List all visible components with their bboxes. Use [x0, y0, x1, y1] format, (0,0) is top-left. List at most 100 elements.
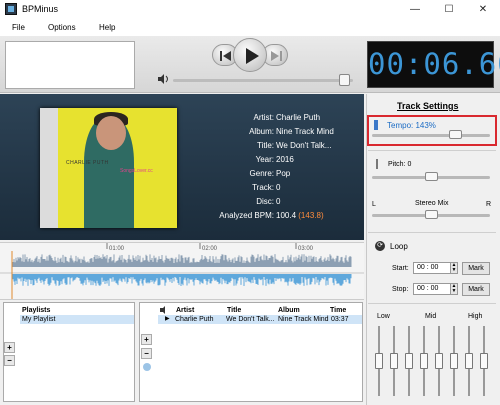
title-value: We Don't Talk... [276, 141, 332, 150]
menu-help[interactable]: Help [99, 23, 115, 32]
loop-stop-field[interactable]: 00 : 00 [413, 283, 455, 295]
playlist-item-label: My Playlist [22, 316, 56, 323]
bpm-label: Analyzed BPM: [219, 211, 274, 220]
album-label: Album: [249, 127, 274, 136]
eq-mid-label: Mid [425, 313, 437, 320]
loop-stop-mark-button[interactable]: Mark [462, 283, 490, 296]
track-number-label: Track: [252, 183, 274, 192]
menu-bar: File Options Help [0, 19, 500, 36]
menu-options[interactable]: Options [48, 23, 76, 32]
year-label: Year: [255, 155, 274, 164]
artist-value: Charlie Puth [276, 113, 321, 122]
row-album: Nine Track Mind [278, 316, 329, 323]
volume-slider[interactable] [173, 74, 353, 86]
speaker-icon [160, 306, 165, 314]
eq-band-thumb[interactable] [450, 353, 458, 369]
loop-start-spinner[interactable]: ▲ ▼ [450, 262, 458, 274]
app-window: BPMinus — ☐ ✕ File Options Help 00:06.60 [0, 0, 500, 405]
cover-watermark: SongsLover.cc [120, 168, 153, 174]
loop-stop-label: Stop: [392, 286, 409, 293]
col-artist[interactable]: Artist [176, 307, 194, 314]
cover-art: CHARLIE PUTH SongsLover.cc [58, 108, 177, 228]
eq-band-thumb[interactable] [375, 353, 383, 369]
pitch-slider-thumb[interactable] [425, 172, 438, 181]
stereo-right-label: R [486, 201, 492, 208]
bpm-adjusted-value: (143.8) [298, 211, 324, 220]
disc-value: 0 [276, 197, 281, 206]
bpm-value: 100.4 [276, 211, 297, 220]
stereo-mix-slider-thumb[interactable] [425, 210, 438, 219]
cover-spine [40, 108, 58, 228]
cover-artist-text: CHARLIE PUTH [66, 160, 109, 166]
year-value: 2016 [276, 155, 294, 164]
col-title[interactable]: Title [227, 307, 241, 314]
eq-low-label: Low [377, 313, 390, 320]
divider [368, 303, 496, 304]
maximize-button[interactable]: ☐ [432, 0, 466, 19]
album-value: Nine Track Mind [276, 127, 334, 136]
remove-playlist-button[interactable]: − [4, 355, 15, 366]
app-logo-icon [5, 3, 17, 15]
playlists-header: Playlists [22, 307, 51, 314]
stereo-mix-label: Stereo Mix [415, 200, 449, 207]
tempo-slider[interactable] [372, 134, 490, 137]
eq-band-thumb[interactable] [435, 353, 443, 369]
minimize-button[interactable]: — [398, 0, 432, 19]
playing-icon: ▶ [165, 316, 170, 322]
metronome-icon [374, 120, 378, 130]
eq-band-thumb[interactable] [390, 353, 398, 369]
divider [368, 232, 496, 233]
tempo-highlight [367, 115, 497, 146]
time-display: 00:06.60 [367, 41, 500, 88]
track-number-value: 0 [276, 183, 281, 192]
remove-track-button[interactable]: − [141, 348, 152, 359]
playlist-item[interactable]: My Playlist [20, 315, 134, 324]
window-title: BPMinus [22, 4, 59, 14]
waveform-panel[interactable]: 01:00 02:00 03:00 [0, 242, 364, 300]
row-title: We Don't Talk... [226, 316, 275, 323]
visualizer-box [5, 41, 135, 89]
table-row[interactable]: ▶ Charlie Puth We Don't Talk... Nine Tra… [158, 315, 362, 324]
eq-band-thumb[interactable] [480, 353, 488, 369]
row-time: 03:37 [331, 316, 349, 323]
row-artist: Charlie Puth [175, 316, 214, 323]
tempo-slider-thumb[interactable] [448, 130, 462, 139]
close-button[interactable]: ✕ [466, 0, 500, 19]
time-tick-label: 03:00 [298, 246, 314, 252]
loop-label: Loop [390, 242, 408, 251]
volume-slider-thumb[interactable] [338, 74, 350, 86]
eq-band-thumb[interactable] [465, 353, 473, 369]
loop-stop-spinner[interactable]: ▲ ▼ [450, 283, 458, 295]
add-track-button[interactable]: + [141, 334, 152, 345]
eq-band-thumb[interactable] [405, 353, 413, 369]
eq-high-label: High [468, 313, 483, 320]
eq-band-thumb[interactable] [420, 353, 428, 369]
waveform[interactable]: 01:00 02:00 03:00 [0, 243, 364, 301]
play-button[interactable] [233, 38, 267, 72]
time-tick-label: 01:00 [109, 246, 125, 252]
col-album[interactable]: Album [278, 307, 300, 314]
time-tick-label: 02:00 [202, 246, 218, 252]
tempo-label: Tempo: 143% [387, 121, 436, 130]
stereo-left-label: L [372, 201, 376, 208]
divider [368, 150, 496, 151]
play-icon [246, 48, 259, 64]
add-playlist-button[interactable]: + [4, 342, 15, 353]
loop-start-mark-button[interactable]: Mark [462, 262, 490, 275]
title-bar: BPMinus — ☐ ✕ [0, 0, 500, 19]
refresh-icon[interactable] [143, 363, 151, 371]
track-settings-heading: Track Settings [397, 101, 459, 111]
tuning-fork-icon [376, 159, 378, 169]
disc-label: Disc: [256, 197, 274, 206]
loop-icon[interactable]: ⟳ [375, 241, 385, 251]
col-time[interactable]: Time [330, 307, 346, 314]
loop-start-field[interactable]: 00 : 00 [413, 262, 455, 274]
loop-start-label: Start: [392, 265, 409, 272]
artist-label: Artist: [253, 113, 274, 122]
album-cover: CHARLIE PUTH SongsLover.cc [40, 108, 177, 228]
cover-face [96, 116, 126, 150]
volume-icon [158, 74, 168, 84]
menu-file[interactable]: File [12, 23, 25, 32]
pitch-label: Pitch: 0 [388, 161, 412, 168]
genre-value: Pop [276, 169, 291, 178]
